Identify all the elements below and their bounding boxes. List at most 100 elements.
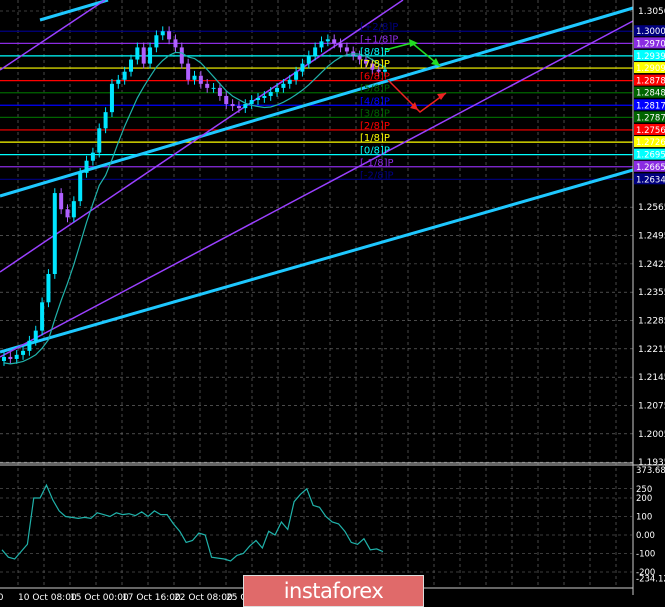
- candle-body: [160, 31, 165, 36]
- candle-body: [192, 75, 197, 80]
- time-axis: 00 10 Oct 08:0015 Oct 00:0017 Oct 16:0022…: [0, 593, 256, 603]
- murrey-price-label: 1.2634: [636, 175, 665, 185]
- time-tick-label: 10 Oct 08:00: [18, 593, 77, 603]
- price-tick-label: 1.2355: [638, 288, 665, 298]
- indicator-tick-label: 200: [636, 494, 652, 504]
- murrey-label: [7/8]P: [360, 59, 390, 70]
- price-tick-label: 1.2145: [638, 373, 665, 383]
- price-tick-label: 1.2495: [638, 232, 665, 242]
- indicator-line: [1, 483, 384, 562]
- indicator-tick-label: 100: [636, 513, 652, 523]
- candle-body: [325, 39, 330, 42]
- arrow-head-up-1: [409, 39, 418, 47]
- murrey-price-label: 1.2695: [636, 151, 665, 161]
- candle-body: [186, 63, 191, 80]
- candle-body: [205, 83, 210, 88]
- candle-body: [97, 128, 102, 153]
- murrey-price-label: 1.2970: [636, 39, 665, 49]
- indicator-tick-label: -100: [636, 550, 655, 560]
- trend-line-cyan-upper: [39, 0, 109, 22]
- candle-body: [84, 160, 89, 173]
- murrey-label: [+2/8]P: [360, 22, 398, 33]
- murrey-price-label: 1.2939: [636, 52, 665, 62]
- candle-body: [319, 41, 324, 48]
- murrey-price-label: 1.2726: [636, 138, 665, 148]
- candle-body: [21, 350, 26, 355]
- murrey-label: [8/8]P: [360, 47, 390, 58]
- candle-body: [46, 273, 51, 303]
- candle-body: [173, 39, 178, 48]
- trading-chart: [+2/8]P [+1/8]P [8/8]P [7/8]P [6/8]P [5/8]P [4…: [0, 0, 665, 607]
- price-tick-label: 1.2215: [638, 345, 665, 355]
- murrey-label: [3/8]P: [360, 108, 390, 119]
- candle-body: [211, 87, 216, 89]
- candle-body: [332, 39, 337, 44]
- candle-body: [179, 47, 184, 64]
- candle-body: [249, 100, 254, 105]
- price-tick-label: 1.2425: [638, 260, 665, 270]
- candle-body: [122, 71, 127, 80]
- candle-body: [14, 354, 19, 359]
- price-tick-label: 1.2005: [638, 430, 665, 440]
- murrey-label: [1/8]P: [360, 133, 390, 144]
- candle-body: [109, 83, 114, 113]
- candle-body: [262, 95, 267, 98]
- murrey-label: [-2/8]P: [360, 170, 394, 181]
- candle-body: [313, 47, 318, 56]
- price-tick-label: 1.2565: [638, 203, 665, 213]
- indicator-axis: 373.68442502001000.00-100-200-234.124: [636, 466, 665, 584]
- candle-body: [236, 106, 241, 109]
- candle-body: [129, 59, 133, 72]
- trend-line-purple-middle: [0, 0, 404, 273]
- chart-svg: [+2/8]P[+1/8]P [8/8]P[7/8]P [6/8]P[5/8]P[4…: [0, 0, 665, 603]
- candle-body: [116, 79, 121, 84]
- candle-body: [344, 47, 349, 52]
- grid: [0, 0, 633, 588]
- candle-body: [33, 330, 38, 341]
- forecast-arrow-down: [387, 79, 447, 113]
- price-tick-label: 1.2285: [638, 317, 665, 327]
- candle-body: [217, 87, 222, 96]
- candle-body: [59, 193, 64, 210]
- price-tick-label: 1.3050: [638, 7, 665, 17]
- murrey-price-label: 1.2909: [636, 64, 665, 74]
- candle-body: [256, 97, 260, 101]
- candle-body: [135, 47, 140, 60]
- candle-body: [268, 91, 273, 96]
- murrey-labels: [+2/8]P[+1/8]P [8/8]P[7/8]P [6/8]P[5/8]P[4…: [360, 22, 398, 181]
- candle-body: [338, 43, 343, 48]
- murrey-price-label: 1.2787: [636, 113, 665, 123]
- candle-body: [294, 71, 299, 80]
- candle-body: [52, 193, 57, 274]
- candle-body: [141, 47, 146, 64]
- murrey-label: [4/8]P: [360, 96, 390, 107]
- candle-body: [275, 87, 280, 92]
- candle-body: [287, 79, 292, 84]
- indicator-tick-label: -234.124: [636, 574, 665, 584]
- candle-body: [148, 47, 153, 64]
- candle-body: [8, 356, 13, 359]
- candle-body: [154, 35, 159, 48]
- price-axis: 1.3050 1.2565 1.2495 1.2425 1.2355 1.2285 1.22…: [634, 7, 665, 468]
- candle-body: [281, 83, 286, 88]
- candle-body: [71, 201, 76, 218]
- candle-body: [27, 340, 32, 351]
- time-tick-label: 00: [0, 593, 4, 603]
- indicator-tick-label: 373.6844: [636, 466, 665, 476]
- murrey-label: [5/8]P: [360, 84, 390, 95]
- murrey-price-label: 1.2756: [636, 126, 665, 136]
- candle-body: [40, 302, 45, 331]
- murrey-label: [-1/8]P: [360, 158, 394, 169]
- forecast-arrow-up: [384, 42, 441, 67]
- murrey-price-label: 1.2817: [636, 101, 665, 111]
- murrey-label: [6/8]P: [360, 72, 390, 83]
- candle-body: [243, 104, 248, 109]
- time-tick-label: 15 Oct 00:00: [70, 593, 129, 603]
- candle-body: [167, 31, 172, 40]
- trend-line-purple-upper: [0, 0, 106, 71]
- murrey-label: [2/8]P: [360, 121, 390, 132]
- candle-body: [65, 209, 70, 218]
- candles: [2, 26, 387, 366]
- time-tick-label: 22 Oct 08:00: [174, 593, 233, 603]
- candle-body: [78, 172, 83, 202]
